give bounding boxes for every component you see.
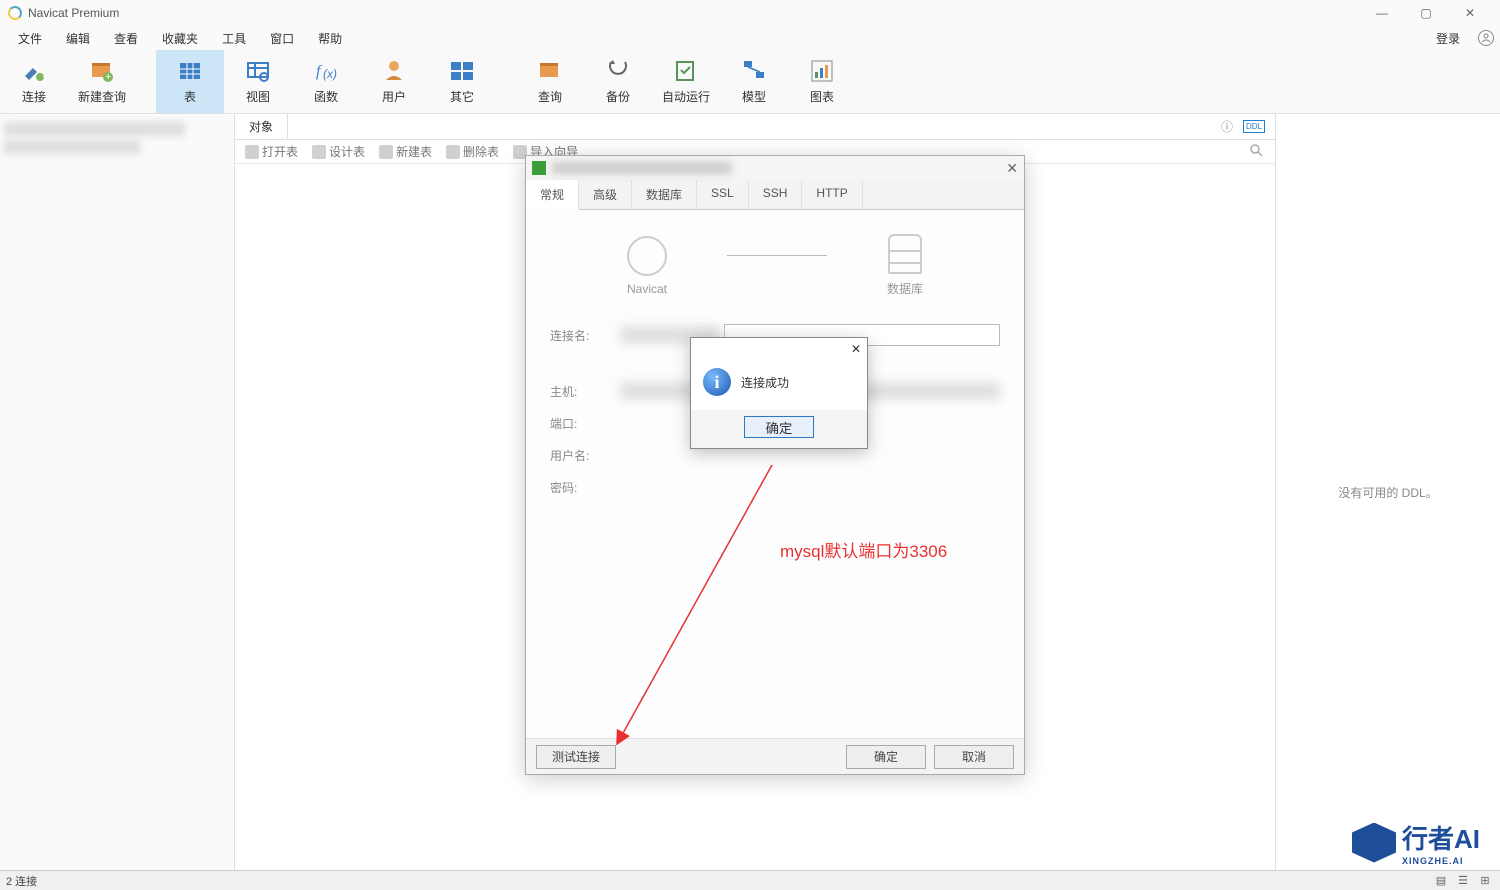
dialog-close-button[interactable]: ✕: [1006, 160, 1018, 177]
delete-table-button[interactable]: 删除表: [440, 143, 505, 160]
tool-query-label: 查询: [538, 88, 562, 105]
dialog-tabs: 常规 高级 数据库 SSL SSH HTTP: [526, 180, 1024, 210]
tool-newquery[interactable]: + 新建查询: [68, 50, 136, 113]
tool-other-label: 其它: [450, 88, 474, 105]
info-icon[interactable]: ⓘ: [1221, 118, 1233, 135]
svg-text:(x): (x): [323, 67, 337, 81]
tab-database[interactable]: 数据库: [632, 180, 697, 209]
tool-view[interactable]: 视图: [224, 50, 292, 113]
annotation-text: mysql默认端口为3306: [780, 537, 947, 562]
tool-table-label: 表: [184, 88, 196, 105]
navicat-icon: [532, 161, 546, 175]
login-link[interactable]: 登录: [1424, 27, 1472, 50]
label-host: 主机:: [550, 383, 620, 400]
view-grid-icon[interactable]: ⊞: [1476, 874, 1494, 887]
msgbox-text: 连接成功: [741, 374, 789, 391]
menubar: 文件 编辑 查看 收藏夹 工具 窗口 帮助 登录: [0, 26, 1500, 50]
tool-user[interactable]: 用户: [360, 50, 428, 113]
no-ddl-text: 没有可用的 DDL。: [1338, 484, 1437, 501]
tool-chart-label: 图表: [810, 88, 834, 105]
tool-autorun-label: 自动运行: [662, 88, 710, 105]
main-toolbar: + 连接 + 新建查询 表 视图 f(x) 函数 用户 其它 查询 备份 自动运行 模…: [0, 50, 1500, 114]
tool-autorun[interactable]: 自动运行: [652, 50, 720, 113]
database-label: 数据库: [887, 280, 923, 297]
tool-newquery-label: 新建查询: [78, 88, 126, 105]
svg-text:f: f: [316, 63, 323, 80]
msgbox-close-button[interactable]: ✕: [851, 342, 861, 356]
tool-function[interactable]: f(x) 函数: [292, 50, 360, 113]
menu-file[interactable]: 文件: [6, 27, 54, 50]
watermark-icon: [1352, 823, 1396, 863]
label-connname: 连接名:: [550, 327, 620, 344]
connection-tree[interactable]: [0, 114, 235, 870]
dialog-ok-button[interactable]: 确定: [846, 745, 926, 769]
tab-http[interactable]: HTTP: [802, 180, 862, 209]
info-icon: i: [703, 368, 731, 396]
tab-objects[interactable]: 对象: [235, 114, 288, 139]
maximize-button[interactable]: ▢: [1404, 0, 1448, 26]
tool-function-label: 函数: [314, 88, 338, 105]
dialog-titlebar: ✕: [526, 156, 1024, 180]
object-tabs: 对象 ⓘ DDL: [235, 114, 1275, 140]
user-icon[interactable]: [1478, 30, 1494, 46]
search-icon[interactable]: [1249, 143, 1271, 160]
tool-backup[interactable]: 备份: [584, 50, 652, 113]
new-table-button[interactable]: 新建表: [373, 143, 438, 160]
connection-line: [727, 255, 827, 256]
watermark-brand: 行者AI: [1402, 819, 1480, 856]
tool-user-label: 用户: [382, 88, 406, 105]
tool-other[interactable]: 其它: [428, 50, 496, 113]
tool-connect-label: 连接: [22, 88, 46, 105]
ddl-panel: 没有可用的 DDL。: [1275, 114, 1500, 870]
svg-text:+: +: [42, 72, 47, 83]
minimize-button[interactable]: —: [1360, 0, 1404, 26]
label-password: 密码:: [550, 479, 620, 496]
navicat-large-icon: [627, 236, 667, 276]
app-logo-icon: [8, 6, 22, 20]
tool-view-label: 视图: [246, 88, 270, 105]
label-port: 端口:: [550, 415, 620, 432]
watermark: 行者AI XINGZHE.AI: [1352, 819, 1480, 866]
tool-model[interactable]: 模型: [720, 50, 788, 113]
menu-help[interactable]: 帮助: [306, 27, 354, 50]
tab-ssh[interactable]: SSH: [749, 180, 803, 209]
msgbox-ok-button[interactable]: 确定: [744, 416, 814, 438]
test-connection-button[interactable]: 测试连接: [536, 745, 616, 769]
tool-query[interactable]: 查询: [516, 50, 584, 113]
svg-text:+: +: [105, 71, 111, 83]
menu-favorites[interactable]: 收藏夹: [150, 27, 210, 50]
dialog-cancel-button[interactable]: 取消: [934, 745, 1014, 769]
titlebar: Navicat Premium — ▢ ✕: [0, 0, 1500, 26]
close-button[interactable]: ✕: [1448, 0, 1492, 26]
menu-view[interactable]: 查看: [102, 27, 150, 50]
menu-tools[interactable]: 工具: [210, 27, 258, 50]
tab-ssl[interactable]: SSL: [697, 180, 749, 209]
tool-connect[interactable]: + 连接: [0, 50, 68, 113]
tool-backup-label: 备份: [606, 88, 630, 105]
tool-table[interactable]: 表: [156, 50, 224, 113]
dialog-title-blurred: [552, 162, 732, 174]
connection-count: 2 连接: [6, 873, 37, 889]
app-title: Navicat Premium: [28, 6, 119, 20]
database-large-icon: [888, 234, 922, 274]
menu-window[interactable]: 窗口: [258, 27, 306, 50]
tab-general[interactable]: 常规: [526, 180, 579, 210]
watermark-sub: XINGZHE.AI: [1402, 856, 1480, 866]
navicat-label: Navicat: [627, 282, 667, 296]
annotation-arrow: [612, 455, 782, 745]
label-user: 用户名:: [550, 447, 620, 464]
menu-edit[interactable]: 编辑: [54, 27, 102, 50]
tool-chart[interactable]: 图表: [788, 50, 856, 113]
tool-model-label: 模型: [742, 88, 766, 105]
status-bar: 2 连接 ▤ ☰ ⊞: [0, 870, 1500, 890]
open-table-button[interactable]: 打开表: [239, 143, 304, 160]
view-detail-icon[interactable]: ☰: [1454, 874, 1472, 887]
view-list-icon[interactable]: ▤: [1432, 874, 1450, 887]
ddl-icon[interactable]: DDL: [1243, 120, 1265, 133]
tab-advanced[interactable]: 高级: [579, 180, 632, 209]
design-table-button[interactable]: 设计表: [306, 143, 371, 160]
success-msgbox: ✕ i 连接成功 确定: [690, 337, 868, 449]
